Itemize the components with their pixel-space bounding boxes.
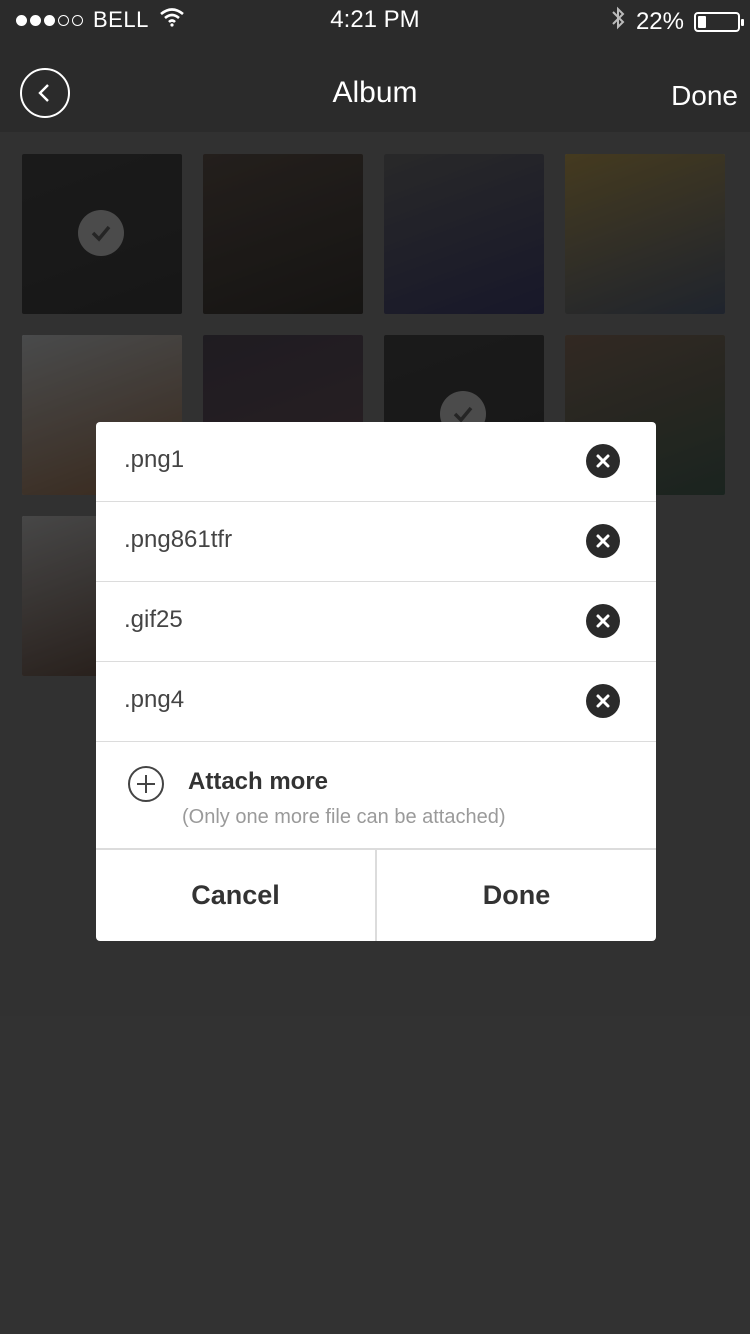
file-name: .png4: [124, 686, 185, 713]
bluetooth-icon: [610, 6, 626, 37]
remove-file-button[interactable]: [586, 524, 620, 558]
file-row: .png1: [96, 422, 656, 502]
file-row: .png4: [96, 662, 656, 742]
dialog-button-row: Cancel Done: [96, 848, 656, 941]
status-right: 22%: [610, 6, 744, 37]
attach-more-label: Attach more: [188, 768, 329, 795]
close-icon: [596, 454, 610, 468]
battery-percent: 22%: [635, 7, 684, 35]
file-name: .png861tfr: [124, 526, 233, 553]
file-row: .gif25: [96, 582, 656, 662]
page-title: Album: [332, 76, 418, 109]
add-circle-icon: [128, 766, 164, 802]
attach-more-button[interactable]: Attach more (Only one more file can be a…: [96, 742, 656, 850]
remove-file-button[interactable]: [586, 684, 620, 718]
close-icon: [596, 534, 610, 548]
cancel-button[interactable]: Cancel: [96, 850, 377, 941]
battery-level: [698, 15, 706, 28]
file-row: .png861tfr: [96, 502, 656, 582]
nav-bar: Album Done: [0, 40, 750, 132]
file-name: .png1: [124, 446, 185, 473]
file-name: .gif25: [124, 606, 183, 633]
close-icon: [596, 694, 610, 708]
attachments-dialog: .png1 .png861tfr .gif25 .png4 Attach mor…: [96, 422, 656, 941]
dialog-done-button[interactable]: Done: [377, 850, 656, 941]
close-icon: [596, 614, 610, 628]
remove-file-button[interactable]: [586, 604, 620, 638]
nav-done-button[interactable]: Done: [671, 80, 738, 112]
remove-file-button[interactable]: [586, 444, 620, 478]
battery-icon: [694, 11, 744, 32]
status-bar: BELL 4:21 PM 22%: [0, 0, 750, 40]
attach-more-hint: (Only one more file can be attached): [182, 806, 506, 828]
